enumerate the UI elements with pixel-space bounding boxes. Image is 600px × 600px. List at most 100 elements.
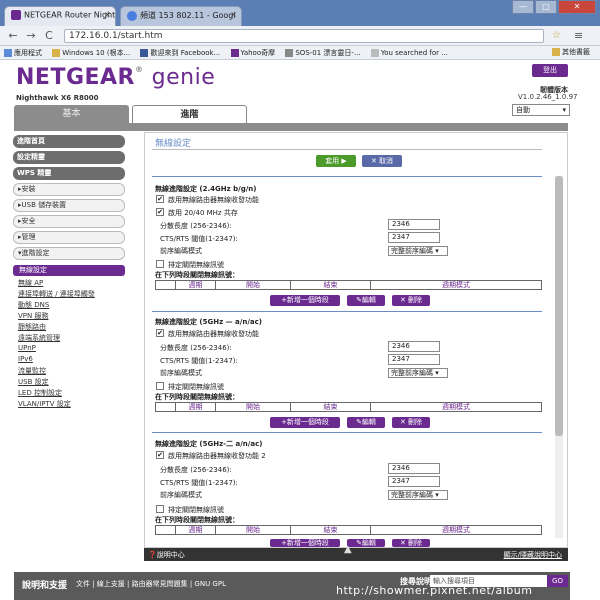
footer-links[interactable]: 文件 | 線上支援 | 路由器常見問題集 | GNU GPL: [76, 579, 226, 589]
enable-radio-5b-checkbox[interactable]: ✔: [156, 451, 164, 459]
support-title: 說明和支援: [22, 581, 68, 591]
preamble-label: 前序編碼模式: [160, 369, 202, 377]
help-search-go-button[interactable]: GO: [547, 575, 568, 587]
star-icon[interactable]: ☆: [552, 30, 561, 41]
divider: [152, 432, 542, 433]
preamble-value: 完整前序編碼: [391, 369, 433, 377]
sidebar-item-led-control[interactable]: LED 控制設定: [18, 388, 62, 398]
url-input[interactable]: 172.16.0.1/start.htm: [64, 29, 544, 43]
folder-icon: [552, 48, 560, 56]
scrollbar-thumb[interactable]: [555, 176, 563, 436]
frag-label: 分散長度 (256-2346):: [160, 466, 232, 474]
sidebar-wps-wizard[interactable]: WPS 精靈: [13, 167, 125, 180]
delete-button[interactable]: ✕ 刪除: [392, 539, 430, 547]
schedule-table-header: 週期 開始 結束 週期模式: [155, 402, 542, 412]
add-period-button[interactable]: +新增一個時段: [270, 539, 340, 547]
sidebar-security[interactable]: ▸安全: [13, 215, 125, 228]
apply-button[interactable]: 套用 ▶: [316, 155, 356, 167]
help-center-bar: ❓說明中心 ▲ 顯示/隱藏說明中心: [144, 544, 568, 561]
bookmark-other[interactable]: 其他書籤: [552, 47, 590, 57]
cancel-button[interactable]: ✕ 取消: [362, 155, 402, 167]
rts-threshold-input[interactable]: 2347: [388, 476, 440, 487]
enable-radio-5-checkbox[interactable]: ✔: [156, 329, 164, 337]
edit-button[interactable]: ✎編輯: [347, 539, 385, 547]
bookmark-yahoo[interactable]: Yahoo奇摩: [230, 48, 275, 58]
folder-icon: [52, 49, 61, 57]
brand-text: NETGEAR: [16, 65, 135, 90]
sidebar-item-upnp[interactable]: UPnP: [18, 344, 36, 352]
frag-length-input[interactable]: 2346: [388, 341, 440, 352]
edit-button[interactable]: ✎編輯: [347, 295, 385, 306]
tab-advanced[interactable]: 進階: [132, 105, 247, 124]
tab-google[interactable]: 頻道 153 802.11 - Googl ×: [120, 6, 242, 26]
frag-length-input[interactable]: 2346: [388, 219, 440, 230]
bookmark-search[interactable]: You searched for ...: [370, 49, 448, 57]
delete-button[interactable]: ✕ 刪除: [392, 295, 430, 306]
rts-label: CTS/RTS 閾值(1-2347):: [160, 357, 238, 365]
add-period-button[interactable]: +新增一個時段: [270, 417, 340, 428]
enable-radio-24-checkbox[interactable]: ✔: [156, 195, 164, 203]
bookmark-sos[interactable]: SOS-01 漂言靈日-...: [285, 48, 361, 58]
preamble-select[interactable]: 完整前序編碼 ▾: [388, 368, 448, 378]
col-start: 開始: [216, 281, 291, 289]
sidebar-setup-wizard[interactable]: 設定精靈: [13, 151, 125, 164]
sidebar-setup[interactable]: ▸安裝: [13, 183, 125, 196]
col-mode: 週期模式: [442, 281, 470, 289]
reload-icon[interactable]: C: [42, 29, 56, 43]
maximize-icon[interactable]: □: [535, 0, 557, 14]
bookmark-windows10[interactable]: Windows 10 (根本...: [52, 48, 130, 58]
sidebar-advanced-home[interactable]: 進階首頁: [13, 135, 125, 148]
sidebar-administration[interactable]: ▸管理: [13, 231, 125, 244]
chevron-up-icon[interactable]: ▲: [344, 544, 352, 555]
sidebar-item-vpn[interactable]: VPN 服務: [18, 311, 48, 321]
sidebar-item-wireless-ap[interactable]: 無線 AP: [18, 278, 43, 288]
coexist-checkbox[interactable]: ✔: [156, 208, 164, 216]
bookmark-label: Windows 10 (根本...: [62, 49, 131, 57]
tab-basic[interactable]: 基本: [14, 105, 129, 123]
page-icon: [285, 49, 294, 57]
tab-netgear[interactable]: NETGEAR Router Nighth ×: [4, 6, 116, 26]
edit-button[interactable]: ✎編輯: [347, 417, 385, 428]
enable-radio-label: 啟用無線路由器無線收發功能: [168, 196, 259, 204]
schedule-title: 在下列時段關閉無線訊號：: [155, 516, 239, 524]
minimize-icon[interactable]: —: [512, 0, 534, 14]
close-tab-icon[interactable]: ×: [230, 10, 237, 19]
schedule-off-checkbox[interactable]: [156, 260, 164, 268]
sidebar-item-remote-management[interactable]: 遠端系統管理: [18, 333, 60, 343]
sidebar-advanced-setup[interactable]: ▾進階設定: [13, 247, 125, 260]
preamble-select[interactable]: 完整前序編碼 ▾: [388, 490, 448, 500]
sidebar-item-dynamic-dns[interactable]: 動態 DNS: [18, 300, 49, 310]
sidebar-item-static-routes[interactable]: 靜態路由: [18, 322, 46, 332]
close-window-icon[interactable]: ✕: [558, 0, 596, 14]
sidebar-item-wireless-settings[interactable]: 無線設定: [13, 265, 125, 276]
language-select[interactable]: 自動 ▾: [512, 104, 570, 116]
schedule-off-label: 排定關閉無線訊號: [168, 261, 224, 269]
help-center-toggle[interactable]: ❓說明中心: [148, 550, 185, 560]
sidebar-item-vlan-iptv[interactable]: VLAN/IPTV 設定: [18, 399, 71, 409]
back-icon[interactable]: ←: [6, 29, 20, 43]
rts-threshold-input[interactable]: 2347: [388, 232, 440, 243]
sidebar-item-ipv6[interactable]: IPv6: [18, 355, 33, 363]
google-favicon-icon: [127, 10, 137, 21]
genie-text: genie: [151, 65, 216, 90]
sidebar-item-traffic-meter[interactable]: 流量監控: [18, 366, 46, 376]
sidebar-item-usb-settings[interactable]: USB 設定: [18, 377, 49, 387]
rts-threshold-input[interactable]: 2347: [388, 354, 440, 365]
sidebar-usb-storage[interactable]: ▸USB 儲存裝置: [13, 199, 125, 212]
schedule-off-checkbox[interactable]: [156, 382, 164, 390]
forward-icon[interactable]: →: [24, 29, 38, 43]
preamble-select[interactable]: 完整前序編碼 ▾: [388, 246, 448, 256]
bookmark-facebook[interactable]: 歡迎來到 Facebook...: [140, 48, 220, 58]
add-period-button[interactable]: +新增一個時段: [270, 295, 340, 306]
show-hide-help-link[interactable]: 顯示/隱藏說明中心: [504, 550, 562, 560]
col-end: 結束: [291, 281, 371, 289]
preamble-label: 前序編碼模式: [160, 491, 202, 499]
logout-button[interactable]: 登出: [532, 64, 568, 77]
menu-icon[interactable]: ≡: [574, 29, 583, 42]
delete-button[interactable]: ✕ 刪除: [392, 417, 430, 428]
frag-length-input[interactable]: 2346: [388, 463, 440, 474]
bookmark-apps[interactable]: 應用程式: [4, 48, 42, 58]
schedule-off-checkbox[interactable]: [156, 505, 164, 513]
sidebar-item-port-forwarding[interactable]: 連接埠轉送 / 連接埠觸發: [18, 289, 95, 299]
close-tab-icon[interactable]: ×: [104, 10, 111, 19]
